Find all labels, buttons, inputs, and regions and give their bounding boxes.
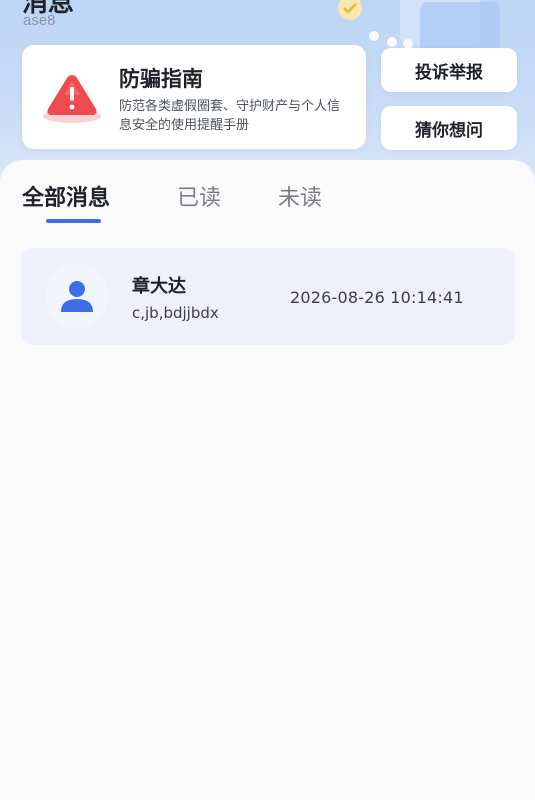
warning-triangle-icon [43,75,101,123]
guide-title: 防骗指南 [119,67,203,91]
complaint-report-button[interactable]: 投诉举报 [381,48,517,92]
faq-button[interactable]: 猜你想问 [381,106,517,150]
guide-description: 防范各类虚假圈套、守护财产与个人信息安全的使用提醒手册 [119,99,341,133]
tab-all-messages[interactable]: 全部消息 [22,180,110,212]
message-panel: 全部消息 已读 未读 章大达 c,jb,bdjjbdx 2026-08-26 1… [0,160,535,800]
avatar [45,264,109,328]
user-icon [61,281,93,312]
message-timestamp: 2026-08-26 10:14:41 [290,288,464,307]
sender-name: 章大达 [132,276,186,297]
message-preview: c,jb,bdjjbdx [132,304,219,322]
account-label: ase8 [23,12,56,29]
tab-read[interactable]: 已读 [177,180,221,212]
message-list-item[interactable]: 章大达 c,jb,bdjjbdx 2026-08-26 10:14:41 [21,248,515,345]
anti-fraud-guide-card[interactable]: 防骗指南 防范各类虚假圈套、守护财产与个人信息安全的使用提醒手册 [22,45,366,149]
active-tab-indicator [46,219,101,223]
tab-unread[interactable]: 未读 [278,180,322,212]
